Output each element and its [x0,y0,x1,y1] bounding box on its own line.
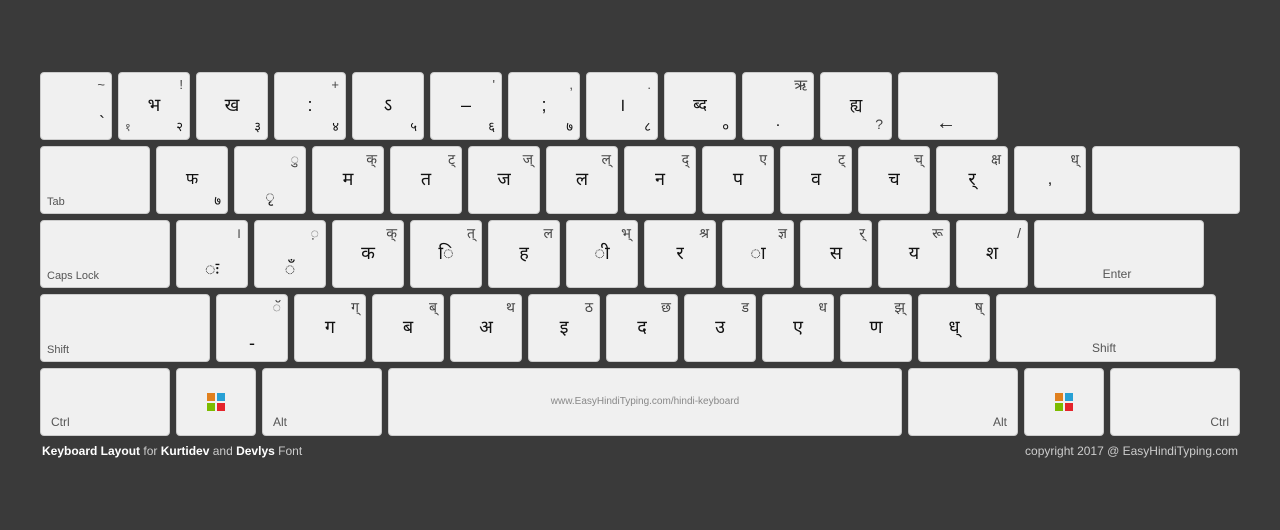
key-a[interactable]: । ः [176,220,248,288]
row-bottom: Ctrl Alt www.EasyHindiTyping.com/hindi-k… [40,368,1240,436]
key-8[interactable]: ब्द ० [664,72,736,140]
key-alt-left[interactable]: Alt [262,368,382,436]
key-shift-left[interactable]: Shift [40,294,210,362]
key-l[interactable]: र् स [800,220,872,288]
key-backspace[interactable]: ← [898,72,998,140]
key-6[interactable]: , ; ७ [508,72,580,140]
key-c[interactable]: ब् ब [372,294,444,362]
key-4[interactable]: ऽ ५ [352,72,424,140]
key-j[interactable]: श्र र [644,220,716,288]
key-h[interactable]: भ् ी [566,220,638,288]
key-i[interactable]: ए प [702,146,774,214]
key-bracket-close[interactable]: ध् , [1014,146,1086,214]
row-asdf: Caps Lock । ः ़ ँ क् क त् ि ल ह [40,220,1240,288]
key-e[interactable]: क् म [312,146,384,214]
key-p[interactable]: च् च [858,146,930,214]
key-o[interactable]: ट् व [780,146,852,214]
key-shift-right[interactable]: Shift [996,294,1216,362]
footer-right-text: copyright 2017 @ EasyHindiTyping.com [1025,444,1238,458]
footer-left-text: Keyboard Layout for Kurtidev and Devlys … [42,444,302,458]
key-g[interactable]: ल ह [488,220,560,288]
key-n[interactable]: छ द [606,294,678,362]
key-t[interactable]: ज् ज [468,146,540,214]
key-enter[interactable]: Enter [1034,220,1204,288]
key-m[interactable]: ड उ [684,294,756,362]
row-qwerty: Tab फ ७ ु ृ क् म ट् त ज् ज ल [40,146,1240,214]
key-q[interactable]: फ ७ [156,146,228,214]
key-tab[interactable]: Tab [40,146,150,214]
key-backtick[interactable]: ~ ` [40,72,112,140]
key-7[interactable]: . । ८ [586,72,658,140]
key-y[interactable]: ल् ल [546,146,618,214]
windows-icon-right [1055,393,1073,411]
row-zxcv: Shift ॅ - ग् ग ब् ब थ अ ठ इ [40,294,1240,362]
key-s[interactable]: ़ ँ [254,220,326,288]
key-quote[interactable]: / श [956,220,1028,288]
key-2[interactable]: ख ३ [196,72,268,140]
key-d[interactable]: क् क [332,220,404,288]
key-semicolon[interactable]: रू य [878,220,950,288]
keyboard: ~ ` ! भ २ १ ख ३ + : ४ ऽ ५ [40,72,1240,436]
key-z[interactable]: ॅ - [216,294,288,362]
key-v[interactable]: थ अ [450,294,522,362]
key-5[interactable]: ' – ६ [430,72,502,140]
key-f[interactable]: त् ि [410,220,482,288]
key-3[interactable]: + : ४ [274,72,346,140]
key-slash[interactable]: ष् ध् [918,294,990,362]
key-ctrl-left[interactable]: Ctrl [40,368,170,436]
key-u[interactable]: द् न [624,146,696,214]
keyboard-container: ~ ` ! भ २ १ ख ३ + : ४ ऽ ५ [0,52,1280,478]
key-alt-right[interactable]: Alt [908,368,1018,436]
windows-icon-left [207,393,225,411]
row-numbers: ~ ` ! भ २ १ ख ३ + : ४ ऽ ५ [40,72,1240,140]
key-space[interactable]: www.EasyHindiTyping.com/hindi-keyboard [388,368,902,436]
key-bracket-open[interactable]: क्ष र् [936,146,1008,214]
footer: Keyboard Layout for Kurtidev and Devlys … [40,444,1240,458]
key-ctrl-right[interactable]: Ctrl [1110,368,1240,436]
key-9[interactable]: ऋ . [742,72,814,140]
key-b[interactable]: ठ इ [528,294,600,362]
key-comma[interactable]: ध ए [762,294,834,362]
key-0[interactable]: ह्य ? [820,72,892,140]
key-caps-lock[interactable]: Caps Lock [40,220,170,288]
key-x[interactable]: ग् ग [294,294,366,362]
key-w[interactable]: ु ृ [234,146,306,214]
key-1[interactable]: ! भ २ १ [118,72,190,140]
key-backslash[interactable] [1092,146,1240,214]
key-k[interactable]: ज्ञ ा [722,220,794,288]
key-period[interactable]: झ् ण [840,294,912,362]
key-win-left[interactable] [176,368,256,436]
key-win-right[interactable] [1024,368,1104,436]
key-r[interactable]: ट् त [390,146,462,214]
